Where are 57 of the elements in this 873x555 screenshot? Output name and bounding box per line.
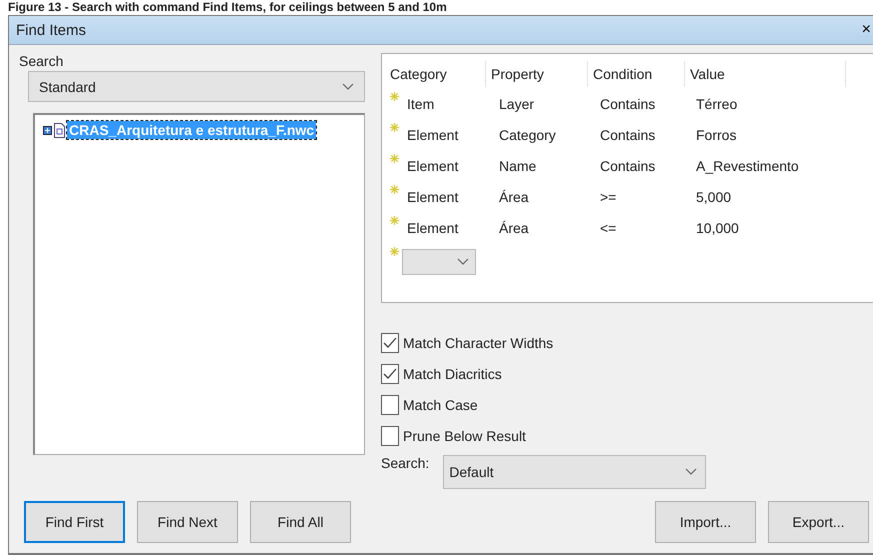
table-cell-text: Forros <box>695 126 736 143</box>
search-mode-dropdown[interactable]: Default <box>443 455 706 489</box>
table-cell-text: Name <box>498 157 538 174</box>
asterisk-icon <box>390 185 399 194</box>
chevron-down-icon <box>342 82 354 90</box>
checkbox[interactable] <box>381 364 399 384</box>
column-header[interactable]: Condition <box>588 61 685 87</box>
table-cell-text: Contains <box>599 126 656 143</box>
checkbox[interactable] <box>381 394 399 414</box>
asterisk-icon <box>390 154 399 163</box>
expand-icon[interactable] <box>43 126 52 134</box>
table-cell-text: Térreo <box>695 95 738 112</box>
dialog-button[interactable]: Find First <box>24 501 125 543</box>
window-title: Find Items <box>16 22 86 38</box>
checkbox-label: Match Character Widths <box>403 334 554 350</box>
chevron-down-icon <box>457 258 469 266</box>
search-mode-label: Search: <box>381 455 430 471</box>
table-cell-text: <= <box>599 219 618 236</box>
table-cell-text: 10,000 <box>695 219 739 236</box>
table-cell-text: >= <box>599 188 618 205</box>
checkmark-icon <box>383 336 397 348</box>
table-cell-text: Element <box>406 188 460 205</box>
table-cell-text: 5,000 <box>695 188 732 205</box>
dialog-button[interactable]: Find All <box>250 501 351 543</box>
checkmark-icon <box>383 368 397 380</box>
column-header[interactable]: Category <box>390 61 486 87</box>
table-cell-text: A_Revestimento <box>695 157 799 174</box>
dialog-button[interactable]: Export... <box>768 501 869 543</box>
checkbox[interactable] <box>381 332 399 352</box>
dialog-button[interactable]: Find Next <box>137 501 238 543</box>
table-cell-text: Element <box>406 157 460 174</box>
checkbox[interactable] <box>381 426 399 446</box>
figure-caption: Figure 13 - Search with command Find Items, for ceilings between 5 and 10m <box>7 0 448 15</box>
asterisk-icon <box>390 216 399 225</box>
table-cell-text: Contains <box>599 157 656 174</box>
asterisk-icon <box>390 92 399 101</box>
table-cell-text: Área <box>498 219 530 236</box>
table-cell-text: Layer <box>498 95 536 112</box>
dialog-button[interactable]: Import... <box>655 501 756 543</box>
table-cell-text: Element <box>406 219 460 236</box>
search-dropdown[interactable]: Standard <box>28 71 365 102</box>
table-cell-text: Category <box>498 126 557 143</box>
column-header[interactable]: Value <box>685 61 846 87</box>
search-label: Search <box>19 53 64 69</box>
table-cell-text: Área <box>498 188 530 205</box>
table-cell-text: Element <box>406 126 460 143</box>
column-header[interactable]: Property <box>486 61 588 87</box>
chevron-down-icon <box>685 468 698 476</box>
asterisk-icon <box>390 123 399 132</box>
checkbox-label: Prune Below Result <box>403 428 526 444</box>
table-cell-text: Contains <box>599 95 656 112</box>
checkbox-label: Match Diacritics <box>403 366 502 382</box>
close-button[interactable]: × <box>860 21 873 39</box>
table-cell-text: Item <box>406 95 436 112</box>
file-icon <box>54 122 65 138</box>
asterisk-icon <box>390 247 399 256</box>
checkbox-label: Match Case <box>403 396 478 412</box>
